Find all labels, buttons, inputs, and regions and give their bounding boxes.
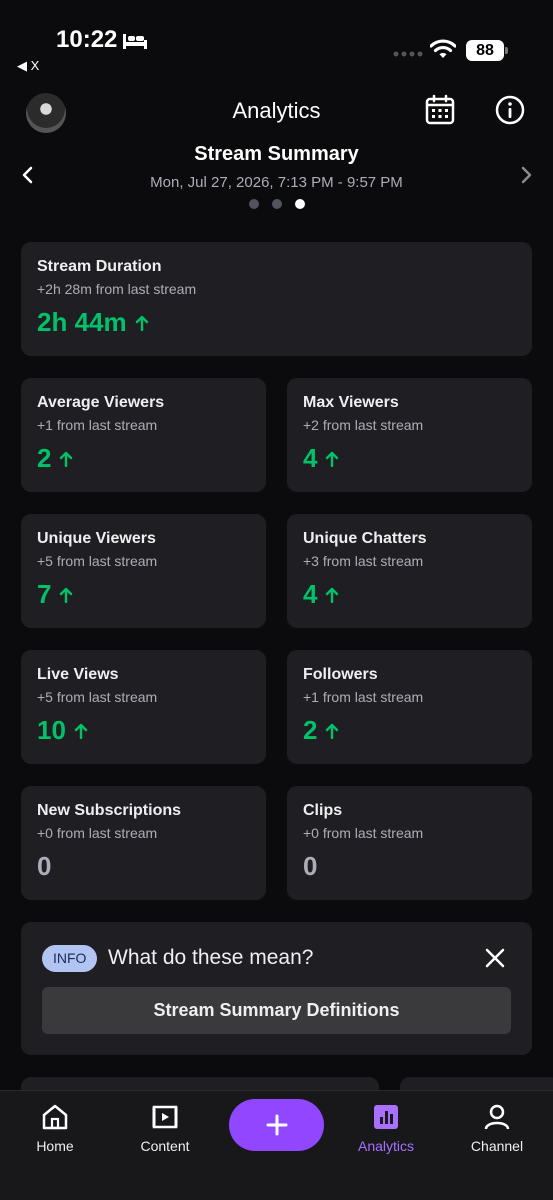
card-value-row: 0 — [303, 851, 516, 882]
page-title: Analytics — [232, 98, 321, 123]
card-subtitle: +5 from last stream — [37, 553, 158, 569]
analytics-icon — [374, 1105, 398, 1129]
battery-indicator: 88 — [466, 40, 508, 61]
card-value-row: 4 — [303, 579, 516, 610]
card-subtitle: +3 from last stream — [303, 553, 424, 569]
card-value-row: 2h 44m — [37, 307, 516, 338]
chevron-right-icon[interactable] — [516, 163, 536, 187]
nav-label: Home — [36, 1138, 74, 1154]
page-indicator — [0, 199, 553, 209]
content-icon — [152, 1105, 178, 1129]
arrow-up-icon — [60, 451, 73, 467]
info-question: What do these mean? — [108, 946, 314, 969]
card-followers: Followers +1 from last stream 2 — [287, 650, 532, 764]
nav-channel[interactable]: Channel — [452, 1091, 542, 1161]
bottom-nav: Home Content Analytics Channel — [0, 1090, 553, 1200]
card-value: 7 — [37, 579, 52, 609]
card-value: 0 — [37, 851, 52, 881]
info-panel: INFO What do these mean? Stream Summary … — [21, 922, 532, 1055]
nav-content[interactable]: Content — [120, 1091, 210, 1161]
nav-label: Channel — [470, 1138, 524, 1154]
card-unique-viewers: Unique Viewers +5 from last stream 7 — [21, 514, 266, 628]
card-subtitle: +1 from last stream — [37, 417, 158, 433]
card-value-row: 4 — [303, 443, 516, 474]
card-value: 2 — [37, 443, 52, 473]
nav-label: Content — [140, 1138, 190, 1154]
card-live-views: Live Views +5 from last stream 10 — [21, 650, 266, 764]
info-badge: INFO — [42, 945, 98, 972]
summary-title: Stream Summary — [194, 143, 359, 165]
card-title: Unique Chatters — [303, 530, 427, 547]
card-stream-duration: Stream Duration +2h 28m from last stream… — [21, 242, 532, 356]
bed-icon — [123, 34, 147, 49]
card-value: 2 — [303, 715, 318, 745]
card-clips: Clips +0 from last stream 0 — [287, 786, 532, 900]
page-dot-active[interactable] — [294, 199, 305, 209]
battery-level: 88 — [476, 42, 494, 59]
close-icon[interactable] — [484, 947, 506, 969]
create-button[interactable] — [229, 1099, 324, 1151]
card-value-row: 10 — [37, 715, 250, 746]
nav-label: Analytics — [357, 1138, 415, 1154]
card-title: Average Viewers — [37, 394, 165, 411]
card-title: Followers — [303, 666, 378, 683]
card-max-viewers: Max Viewers +2 from last stream 4 — [287, 378, 532, 492]
card-value: 0 — [303, 851, 318, 881]
card-title: Clips — [303, 802, 343, 819]
card-new-subscriptions: New Subscriptions +0 from last stream 0 — [21, 786, 266, 900]
card-unique-chatters: Unique Chatters +3 from last stream 4 — [287, 514, 532, 628]
nav-home[interactable]: Home — [10, 1091, 100, 1161]
card-subtitle: +1 from last stream — [303, 689, 424, 705]
home-icon — [42, 1104, 68, 1130]
arrow-up-icon — [326, 723, 339, 739]
summary-date: Mon, Jul 27, 2026, 7:13 PM - 9:57 PM — [150, 174, 403, 191]
back-to-app-link[interactable]: ◀ X — [17, 58, 39, 74]
card-average-viewers: Average Viewers +1 from last stream 2 — [21, 378, 266, 492]
card-title: Live Views — [37, 666, 119, 683]
card-title: Max Viewers — [303, 394, 399, 411]
card-value: 4 — [303, 443, 318, 473]
card-subtitle: +5 from last stream — [37, 689, 158, 705]
arrow-up-icon — [74, 723, 88, 739]
card-title: Stream Duration — [37, 258, 162, 275]
arrow-up-icon — [135, 315, 148, 331]
status-bar: 10:22 ◀ X 88 — [0, 0, 553, 80]
page-dot[interactable] — [248, 199, 259, 209]
definitions-button[interactable]: Stream Summary Definitions — [42, 987, 511, 1034]
card-value-row: 7 — [37, 579, 250, 610]
card-title: New Subscriptions — [37, 802, 182, 819]
card-value: 2h 44m — [37, 307, 127, 337]
calendar-icon[interactable] — [424, 94, 456, 126]
signal-icon — [393, 51, 423, 57]
card-value-row: 0 — [37, 851, 250, 882]
nav-analytics[interactable]: Analytics — [341, 1091, 431, 1161]
arrow-up-icon — [60, 587, 73, 603]
card-value-row: 2 — [37, 443, 250, 474]
page-dot[interactable] — [271, 199, 282, 209]
card-title: Unique Viewers — [37, 530, 156, 547]
card-value: 4 — [303, 579, 318, 609]
card-subtitle: +0 from last stream — [303, 825, 424, 841]
arrow-up-icon — [326, 587, 339, 603]
card-value: 10 — [37, 715, 66, 745]
status-time: 10:22 — [56, 26, 118, 53]
card-subtitle: +0 from last stream — [37, 825, 158, 841]
card-subtitle: +2 from last stream — [303, 417, 424, 433]
card-value-row: 2 — [303, 715, 516, 746]
wifi-icon — [430, 39, 456, 58]
arrow-up-icon — [326, 451, 339, 467]
card-subtitle: +2h 28m from last stream — [37, 281, 197, 297]
plus-icon — [266, 1114, 287, 1136]
channel-icon — [484, 1104, 510, 1130]
info-icon[interactable] — [495, 95, 525, 125]
